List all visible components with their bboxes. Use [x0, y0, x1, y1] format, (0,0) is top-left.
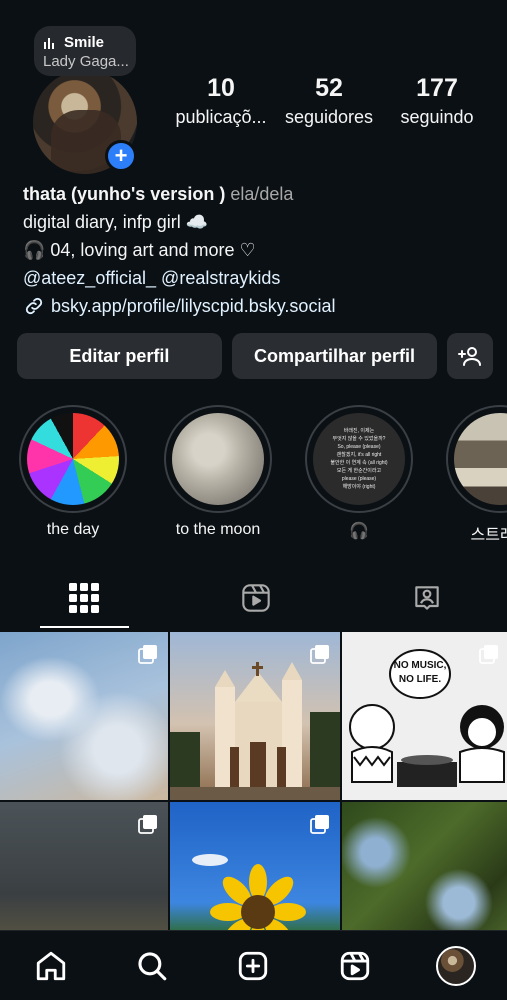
- content-tabs: [0, 570, 507, 630]
- add-story-button[interactable]: +: [105, 140, 137, 172]
- profile-avatar-small: [436, 945, 477, 986]
- bio-line-1: digital diary, infp girl ☁️: [23, 212, 209, 232]
- music-title: Smile: [64, 34, 105, 51]
- profile-bio: thata (yunho's version ) ela/dela digita…: [23, 180, 493, 320]
- nav-profile[interactable]: [434, 944, 478, 988]
- add-person-icon: [458, 347, 482, 366]
- tab-posts[interactable]: [64, 578, 104, 618]
- lyrics-line: 바래진, 이제는: [343, 428, 375, 434]
- nav-reels[interactable]: [333, 944, 377, 988]
- highlight-umbrellas-image: [27, 413, 119, 505]
- nav-home[interactable]: [29, 944, 73, 988]
- highlight-label: the day: [46, 521, 100, 538]
- highlight-group-image: [454, 413, 507, 505]
- highlight-label: 🎧: [349, 523, 369, 540]
- profile-pronouns: ela/dela: [230, 184, 294, 204]
- stat-followers[interactable]: 52 seguidores: [280, 74, 378, 128]
- post-sky-clouds[interactable]: [0, 632, 168, 800]
- nav-search[interactable]: [130, 944, 174, 988]
- home-icon: [36, 951, 65, 980]
- bio-link[interactable]: bsky.app/profile/lilyscpid.bsky.social: [23, 292, 493, 320]
- tab-active-indicator: [40, 626, 129, 628]
- stat-following[interactable]: 177 seguindo: [388, 74, 486, 128]
- profile-name: thata (yunho's version ): [23, 184, 226, 204]
- search-icon: [138, 951, 167, 980]
- reels-nav-icon: [340, 951, 370, 980]
- profile-header: + Smile Lady Gaga... 10 publicaçõ... 52 …: [0, 0, 507, 180]
- mention-straykids[interactable]: @realstraykids: [161, 268, 280, 288]
- stat-followers-label: seguidores: [284, 107, 374, 127]
- highlight-moon-image: [172, 413, 264, 505]
- lyrics-line: 불안한 이 연계 속 (all right): [330, 460, 388, 466]
- lyrics-line: 무엇지 않을 수 있었을까?: [332, 436, 386, 442]
- tab-reels[interactable]: [236, 578, 276, 618]
- bottom-navigation: [0, 930, 507, 1000]
- stat-followers-value: 52: [315, 74, 343, 102]
- highlight-ring: [164, 405, 272, 513]
- highlight-straykids[interactable]: 스트레이: [445, 405, 507, 545]
- lyrics-line: please (please): [341, 476, 377, 482]
- lyrics-line: 모든 게 한순간이라고: [336, 468, 382, 474]
- stat-posts[interactable]: 10 publicaçõ...: [172, 74, 270, 128]
- highlight-ring: [19, 405, 127, 513]
- comic-sign-text: NO MUSIC,: [394, 660, 447, 671]
- multiple-photos-icon: [310, 645, 329, 664]
- highlight-label: 스트레이: [470, 527, 507, 544]
- multiple-photos-icon: [138, 645, 157, 664]
- multiple-photos-icon: [310, 815, 329, 834]
- posts-grid: NO MUSIC, NO LIFE.: [0, 632, 507, 970]
- multiple-photos-icon: [479, 645, 498, 664]
- link-icon: [25, 297, 43, 315]
- nav-create[interactable]: [231, 944, 275, 988]
- edit-profile-button[interactable]: Editar perfil: [17, 333, 222, 379]
- lyrics-line: So, please (please): [337, 444, 381, 450]
- highlight-headphones[interactable]: 바래진, 이제는 무엇지 않을 수 있었을까? So, please (plea…: [304, 405, 414, 541]
- highlight-lyrics-image: 바래진, 이제는 무엇지 않을 수 있었을까? So, please (plea…: [313, 413, 405, 505]
- share-profile-button[interactable]: Compartilhar perfil: [231, 333, 438, 379]
- lyrics-line: 괜찮겠지, it's all right: [336, 452, 382, 458]
- grid-icon: [69, 583, 99, 613]
- stat-following-label: seguindo: [400, 107, 474, 127]
- create-icon: [239, 951, 268, 980]
- profile-actions: Editar perfil Compartilhar perfil: [17, 333, 493, 379]
- comic-sign-text-2: NO LIFE.: [399, 674, 441, 685]
- discover-people-button[interactable]: [447, 333, 493, 379]
- stat-posts-value: 10: [207, 74, 235, 102]
- post-church[interactable]: [170, 632, 340, 800]
- bio-line-2: 🎧 04, loving art and more ♡: [23, 240, 256, 260]
- highlight-the-day[interactable]: the day: [18, 405, 128, 539]
- highlight-ring: [446, 405, 507, 513]
- multiple-photos-icon: [138, 815, 157, 834]
- highlight-label: to the moon: [175, 521, 261, 538]
- stat-posts-label: publicaçõ...: [175, 107, 267, 127]
- highlight-to-the-moon[interactable]: to the moon: [163, 405, 273, 539]
- post-peanuts-comic[interactable]: NO MUSIC, NO LIFE.: [342, 632, 507, 800]
- story-highlights: the day to the moon 바래진, 이제는 무엇지 않을 수 있었…: [0, 405, 507, 545]
- tagged-icon: [415, 586, 439, 610]
- music-bars-icon: [44, 38, 54, 49]
- stat-following-value: 177: [416, 74, 458, 102]
- mention-ateez[interactable]: @ateez_official_: [23, 268, 156, 288]
- reels-icon: [242, 584, 270, 612]
- highlight-ring: 바래진, 이제는 무엇지 않을 수 있었을까? So, please (plea…: [305, 405, 413, 513]
- profile-music-note[interactable]: Smile Lady Gaga...: [34, 26, 136, 76]
- music-artist: Lady Gaga...: [43, 53, 129, 70]
- lyrics-line: 해방이야 (right): [342, 484, 376, 490]
- tab-tagged[interactable]: [407, 578, 447, 618]
- bio-link-text: bsky.app/profile/lilyscpid.bsky.social: [51, 296, 336, 316]
